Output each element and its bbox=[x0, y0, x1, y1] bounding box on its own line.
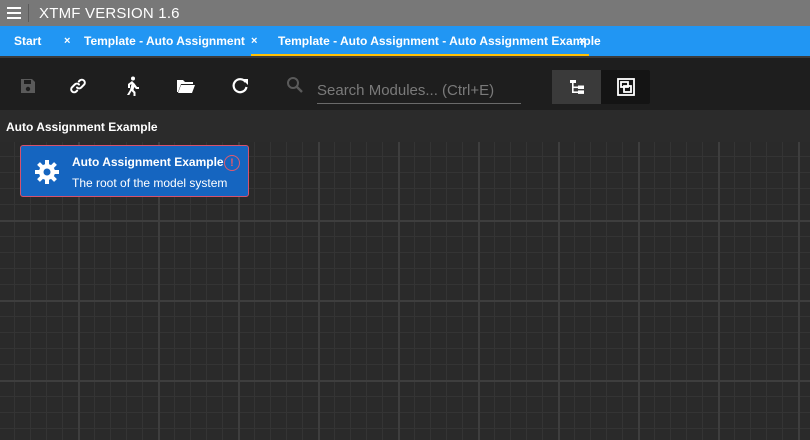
app-title: XTMF VERSION 1.6 bbox=[39, 4, 180, 22]
warning-icon[interactable]: ! bbox=[224, 155, 240, 171]
tab-bar: Start × Template - Auto Assignment × Tem… bbox=[0, 26, 810, 56]
tab-close-icon[interactable]: × bbox=[579, 35, 585, 47]
run-icon[interactable] bbox=[121, 75, 143, 97]
breadcrumb: Auto Assignment Example bbox=[0, 110, 810, 142]
module-name: Auto Assignment Example bbox=[72, 155, 224, 169]
tab-label: Template - Auto Assignment - Auto Assign… bbox=[278, 34, 601, 48]
folder-open-icon[interactable] bbox=[175, 75, 197, 97]
search-box bbox=[284, 72, 524, 106]
tab-template-auto-assignment[interactable]: Template - Auto Assignment × bbox=[64, 26, 257, 56]
title-separator bbox=[28, 4, 29, 22]
module-description: The root of the model system bbox=[72, 176, 228, 190]
module-node-auto-assignment-example[interactable]: Auto Assignment Example The root of the … bbox=[20, 145, 249, 197]
refresh-icon[interactable] bbox=[229, 75, 251, 97]
toolbar bbox=[0, 56, 810, 110]
tab-label: Start bbox=[14, 34, 42, 48]
title-bar: XTMF VERSION 1.6 bbox=[0, 0, 810, 26]
tab-start[interactable]: Start × bbox=[0, 26, 70, 56]
view-toggle bbox=[552, 70, 650, 104]
link-icon[interactable] bbox=[67, 75, 89, 97]
save-icon[interactable] bbox=[17, 75, 39, 97]
canvas-view-icon[interactable] bbox=[601, 70, 650, 104]
tree-view-icon[interactable] bbox=[552, 70, 601, 104]
hamburger-menu-icon[interactable] bbox=[0, 0, 28, 26]
gear-icon bbox=[34, 159, 60, 185]
search-modules-input[interactable] bbox=[317, 78, 521, 104]
search-icon bbox=[284, 74, 306, 96]
tab-label: Template - Auto Assignment bbox=[84, 34, 245, 48]
tab-auto-assignment-example[interactable]: Template - Auto Assignment - Auto Assign… bbox=[251, 26, 601, 56]
